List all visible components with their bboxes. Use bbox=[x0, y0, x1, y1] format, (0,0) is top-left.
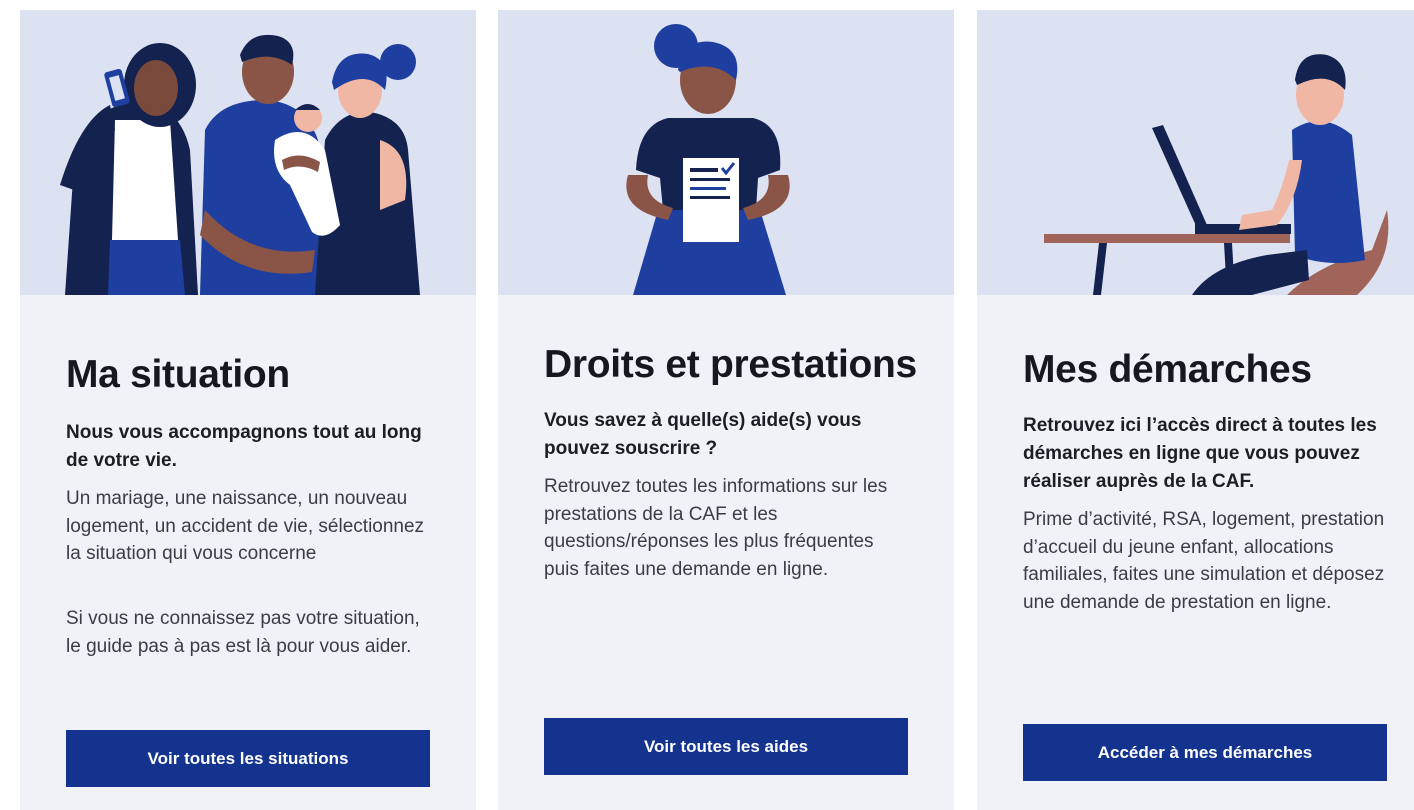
card-mes-demarches: Mes démarches Retrouvez ici l’accès dire… bbox=[977, 10, 1414, 810]
family-image bbox=[60, 34, 420, 295]
voir-toutes-les-situations-button[interactable]: Voir toutes les situations bbox=[66, 730, 430, 787]
card-paragraph: Retrouvez toutes les informations sur le… bbox=[544, 476, 888, 580]
card-droits-et-prestations: Droits et prestations Vous savez à quell… bbox=[498, 10, 954, 810]
voir-toutes-les-aides-button[interactable]: Voir toutes les aides bbox=[544, 718, 908, 775]
card-paragraph: Prime d’activité, RSA, logement, prestat… bbox=[1023, 509, 1385, 613]
card-ma-situation: Ma situation Nous vous accompagnons tout… bbox=[20, 10, 476, 810]
acceder-a-mes-demarches-button[interactable]: Accéder à mes démarches bbox=[1023, 724, 1387, 781]
card-title: Droits et prestations bbox=[544, 343, 917, 386]
card-lead: Retrouvez ici l’accès direct à toutes le… bbox=[1023, 415, 1377, 492]
man-laptop-illustration bbox=[977, 10, 1414, 295]
card-title: Ma situation bbox=[66, 353, 290, 396]
card-title: Mes démarches bbox=[1023, 348, 1312, 391]
card-paragraph: Un mariage, une naissance, un nouveau lo… bbox=[66, 488, 425, 564]
card-lead: Nous vous accompagnons tout au long de v… bbox=[66, 422, 422, 471]
woman-document-illustration bbox=[498, 10, 954, 295]
card-paragraph: Si vous ne connaissez pas votre situatio… bbox=[66, 608, 420, 657]
man-laptop-image bbox=[1044, 54, 1389, 295]
family-illustration bbox=[20, 10, 476, 295]
woman-document-image bbox=[626, 24, 790, 295]
card-lead: Vous savez à quelle(s) aide(s) vous pouv… bbox=[544, 410, 862, 459]
